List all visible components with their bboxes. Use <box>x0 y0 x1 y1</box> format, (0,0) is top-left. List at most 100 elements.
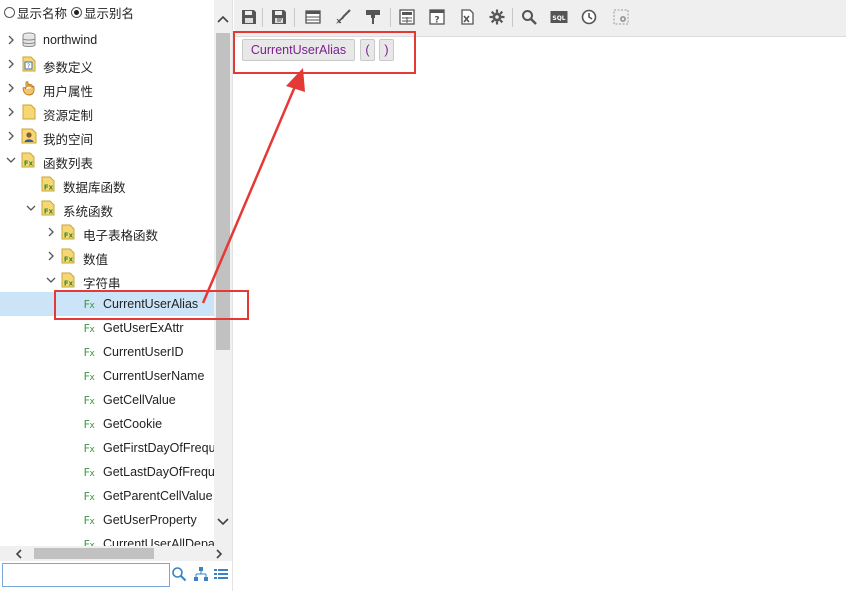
fx-icon: Fx <box>83 441 95 455</box>
parameter-icon: ? <box>21 56 37 72</box>
chevron-right-icon[interactable] <box>6 107 16 117</box>
tree-item[interactable]: 资源定制 <box>0 100 214 124</box>
function-folder-icon: Fx <box>21 152 37 168</box>
tree-item-label: GetCookie <box>103 417 163 431</box>
settings-grid-icon[interactable] <box>612 8 630 26</box>
tree-item[interactable]: Fx 电子表格函数 <box>0 220 214 244</box>
tree-item[interactable]: Fx CurrentUserName <box>0 364 214 388</box>
display-mode-radio-group: 显示名称 显示别名 <box>4 3 134 21</box>
horizontal-scroll-thumb[interactable] <box>34 548 154 559</box>
fx-icon: Fx <box>83 417 95 431</box>
tree-item-label: GetLastDayOfFrequ <box>103 465 214 479</box>
help-doc-icon[interactable]: ? <box>428 8 446 26</box>
search-icon[interactable] <box>171 566 187 582</box>
save-as-icon[interactable] <box>270 8 288 26</box>
tree-item[interactable]: Fx GetLastDayOfFrequ <box>0 460 214 484</box>
fx-icon: Fx <box>83 513 95 527</box>
tree-item[interactable]: Fx GetFirstDayOfFrequ <box>0 436 214 460</box>
chevron-right-icon[interactable] <box>6 35 16 45</box>
function-folder-icon: Fx <box>61 224 77 240</box>
save-icon[interactable] <box>240 8 258 26</box>
folder-icon <box>21 104 37 120</box>
fx-icon: Fx <box>83 369 95 383</box>
svg-text:Fx: Fx <box>44 184 54 192</box>
chevron-right-icon[interactable] <box>46 227 56 237</box>
fx-icon: Fx <box>83 297 95 311</box>
radio-show-name-label[interactable]: 显示名称 <box>17 3 67 22</box>
chevron-right-icon[interactable] <box>46 251 56 261</box>
scroll-left-arrow-icon[interactable] <box>12 546 26 561</box>
user-icon <box>21 128 37 144</box>
chevron-right-icon[interactable] <box>6 83 16 93</box>
tree-item[interactable]: Fx GetParentCellValue <box>0 484 214 508</box>
tree-item[interactable]: Fx GetUserProperty <box>0 508 214 532</box>
search-icon[interactable] <box>520 8 538 26</box>
close-paren-token[interactable]: ) <box>379 39 394 61</box>
tree-item-label: GetCellValue <box>103 393 176 407</box>
clock-icon[interactable] <box>580 8 598 26</box>
open-paren-token[interactable]: ( <box>360 39 375 61</box>
tree-item[interactable]: Fx GetUserExAttr <box>0 316 214 340</box>
svg-text:SQL: SQL <box>552 15 565 22</box>
radio-show-name-circle[interactable] <box>4 6 15 18</box>
tree-item[interactable]: ? 参数定义 <box>0 52 214 76</box>
tree-view-icon[interactable] <box>193 566 209 582</box>
radio-show-alias[interactable]: 显示别名 <box>71 3 134 22</box>
tree-item-label: 系统函数 <box>63 205 114 219</box>
excel-icon[interactable] <box>458 8 476 26</box>
svg-text:?: ? <box>27 63 30 70</box>
function-token[interactable]: CurrentUserAlias <box>242 39 355 61</box>
fx-icon: Fx <box>83 465 95 479</box>
tree-item[interactable]: Fx 系统函数 <box>0 196 214 220</box>
chevron-down-icon[interactable] <box>6 155 16 165</box>
svg-text:Fx: Fx <box>24 160 34 168</box>
tree-item[interactable]: Fx CurrentUserAlias <box>0 292 214 316</box>
tree-item[interactable]: Fx 字符串 <box>0 268 214 292</box>
radio-show-name[interactable]: 显示名称 <box>4 3 67 22</box>
fx-icon: Fx <box>83 489 95 503</box>
vertical-scroll-thumb[interactable] <box>216 33 230 350</box>
tree-item[interactable]: Fx GetCookie <box>0 412 214 436</box>
scroll-right-arrow-icon[interactable] <box>212 546 226 561</box>
tree-item-label: 资源定制 <box>43 109 94 123</box>
tree-item[interactable]: Fx 数据库函数 <box>0 172 214 196</box>
toolbar-separator <box>512 8 513 27</box>
chevron-down-icon[interactable] <box>46 275 56 285</box>
tree-item[interactable]: 用户属性 <box>0 76 214 100</box>
layout-icon[interactable] <box>398 8 416 26</box>
expression-editor[interactable] <box>234 37 846 591</box>
tree-horizontal-scrollbar[interactable] <box>0 546 232 561</box>
tree-item[interactable]: Fx CurrentUserID <box>0 340 214 364</box>
svg-text:Fx: Fx <box>64 256 74 264</box>
tree-item-label: 数据库函数 <box>63 181 126 195</box>
scroll-up-arrow-icon[interactable] <box>214 10 232 28</box>
gear-icon[interactable] <box>488 8 506 26</box>
brush-icon[interactable] <box>334 8 352 26</box>
tree-item[interactable]: Fx 数值 <box>0 244 214 268</box>
radio-show-alias-circle[interactable] <box>71 6 83 18</box>
tree-item-label: 数值 <box>83 253 109 267</box>
function-search-input[interactable] <box>2 563 170 587</box>
chevron-right-icon[interactable] <box>6 59 16 69</box>
chevron-down-icon[interactable] <box>26 203 36 213</box>
sql-icon[interactable]: SQL <box>550 8 568 26</box>
chevron-right-icon[interactable] <box>6 131 16 141</box>
tree-item[interactable]: 我的空间 <box>0 124 214 148</box>
tree-item-label: 函数列表 <box>43 157 94 171</box>
tree-item-label: 用户属性 <box>43 85 94 99</box>
tree-item[interactable]: Fx 函数列表 <box>0 148 214 172</box>
tree-item[interactable]: northwind <box>0 28 214 52</box>
tree-item[interactable]: Fx CurrentUserAllDepa <box>0 532 214 546</box>
fx-icon: Fx <box>83 537 95 547</box>
fx-icon: Fx <box>83 345 95 359</box>
format-icon[interactable] <box>364 8 382 26</box>
tree-item[interactable]: Fx GetCellValue <box>0 388 214 412</box>
radio-show-alias-label[interactable]: 显示别名 <box>84 3 134 22</box>
table-icon[interactable] <box>304 8 322 26</box>
svg-text:?: ? <box>434 16 439 26</box>
function-folder-icon: Fx <box>41 176 57 192</box>
tree-vertical-scrollbar[interactable] <box>214 0 232 546</box>
scroll-down-arrow-icon[interactable] <box>214 513 232 531</box>
function-tree: northwind? 参数定义 用户属性 资源定制 我的空间 Fx 函数列表 Fx 数据库函数 F… <box>0 28 214 546</box>
list-view-icon[interactable] <box>213 566 229 582</box>
